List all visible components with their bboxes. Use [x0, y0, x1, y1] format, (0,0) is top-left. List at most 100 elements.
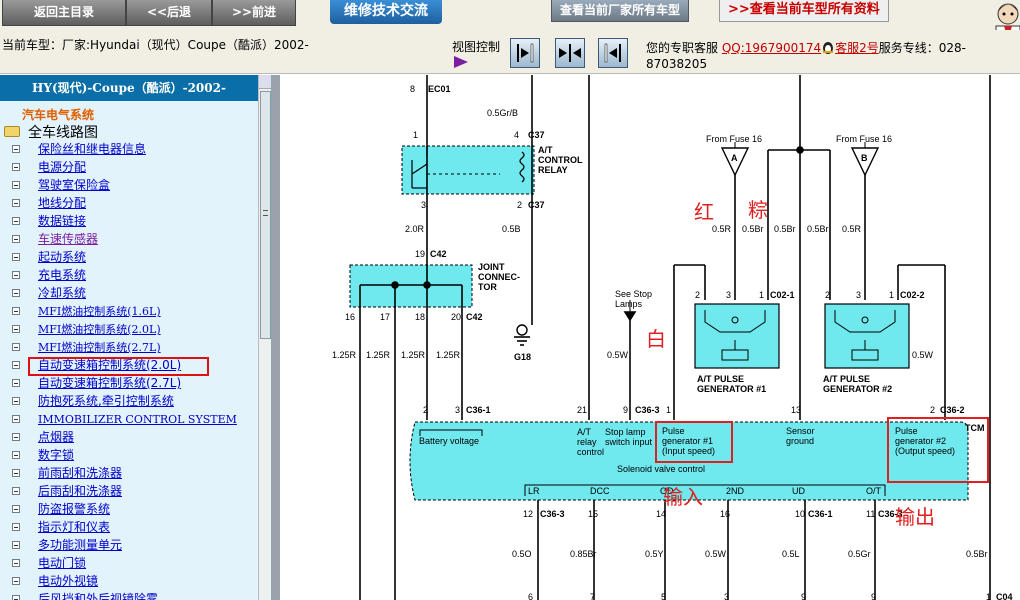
tree-node-icon	[12, 433, 20, 441]
tcm-pin-label: A/T	[577, 427, 592, 437]
solenoid-label: Solenoid valve control	[617, 464, 705, 474]
nav-root-item[interactable]: 全车线路图	[4, 122, 98, 142]
pin-label: 2	[825, 290, 830, 300]
pin-label: 20	[451, 312, 461, 322]
qq-link[interactable]: QQ:1967900174	[722, 41, 821, 55]
tree-node-icon	[12, 271, 20, 279]
annotation-red: 红	[694, 201, 714, 224]
tree-node-icon	[12, 307, 20, 315]
nav-item-label[interactable]: 电动门锁	[38, 556, 86, 570]
wire-label: 0.5Br	[774, 224, 796, 234]
nav-item-label[interactable]: IMMOBILIZER CONTROL SYSTEM	[38, 413, 237, 426]
wire-label: 0.85Br	[570, 549, 597, 559]
nav-item[interactable]: 保险丝和继电器信息	[12, 140, 237, 158]
nav-item-label[interactable]: 电动外视镜	[38, 574, 98, 588]
nav-item[interactable]: 数字锁	[12, 446, 237, 464]
nav-item[interactable]: 电源分配	[12, 158, 237, 176]
nav-item-label[interactable]: MFI燃油控制系统(2.7L)	[38, 341, 161, 354]
scroll-up-arrow-icon[interactable]	[259, 75, 271, 89]
joint-label: TOR	[478, 282, 497, 292]
annotation-white: 白	[646, 328, 666, 351]
tcm-pin-label: Sensor	[786, 426, 815, 436]
nav-item[interactable]: 防盗报警系统	[12, 500, 237, 518]
nav-item[interactable]: 指示灯和仪表	[12, 518, 237, 536]
view-brand-models-button[interactable]: 查看当前厂家所有车型	[551, 0, 690, 22]
nav-item-label[interactable]: 自动变速箱控制系统(2.7L)	[38, 376, 181, 390]
nav-item[interactable]: 充电系统	[12, 266, 237, 284]
nav-item[interactable]: MFI燃油控制系统(2.7L)	[12, 338, 237, 356]
pin-label: 2	[517, 200, 522, 210]
tree-node-icon	[12, 541, 20, 549]
nav-item-label[interactable]: 数字锁	[38, 448, 74, 462]
wiring-diagram-panel[interactable]: 8 EC01 0.5Gr/B 1 4 C37 A/T CONTROL RELAY…	[272, 75, 1020, 600]
wire-label: 0.5Gr/B	[487, 108, 518, 118]
tree-node-icon	[12, 343, 20, 351]
view-all-docs-button[interactable]: >>查看当前车型所有资料	[719, 0, 889, 22]
nav-item[interactable]: 多功能测量单元	[12, 536, 237, 554]
wire-label: 1.25R	[332, 350, 357, 360]
tree-node-icon	[12, 559, 20, 567]
tech-exchange-button[interactable]: 维修技术交流	[330, 0, 442, 24]
nav-item-label[interactable]: MFI燃油控制系统(2.0L)	[38, 323, 161, 336]
nav-item[interactable]: 电动门锁	[12, 554, 237, 572]
wiring-diagram: 8 EC01 0.5Gr/B 1 4 C37 A/T CONTROL RELAY…	[332, 75, 1013, 600]
nav-item-label[interactable]: MFI燃油控制系统(1.6L)	[38, 305, 161, 318]
nav-item[interactable]: 地线分配	[12, 194, 237, 212]
nav-item-label[interactable]: 后雨刮和洗涤器	[38, 484, 122, 498]
nav-item-label[interactable]: 指示灯和仪表	[38, 520, 110, 534]
tree-node-icon	[12, 235, 20, 243]
back-to-main-button[interactable]: 返回主目录	[2, 0, 126, 26]
customer-service-info: 您的专职客服 QQ:1967900174 客服2号服务专线：028-8703820…	[646, 40, 986, 72]
nav-item-label[interactable]: 点烟器	[38, 430, 74, 444]
nav-item-label[interactable]: 数据链接	[38, 214, 86, 228]
nav-item[interactable]: IMMOBILIZER CONTROL SYSTEM	[12, 410, 237, 428]
scroll-thumb[interactable]	[260, 91, 271, 339]
nav-item[interactable]: 后雨刮和洗涤器	[12, 482, 237, 500]
wire-label: 1.25R	[401, 350, 426, 360]
nav-item-label[interactable]: 电源分配	[38, 160, 86, 174]
pin-label: 1	[759, 290, 764, 300]
pin-label: 16	[345, 312, 355, 322]
wire-label: 0.5Br	[966, 549, 988, 559]
fit-both-view-button[interactable]	[555, 38, 585, 68]
nav-item-label[interactable]: 前雨刮和洗涤器	[38, 466, 122, 480]
nav-item[interactable]: MFI燃油控制系统(2.0L)	[12, 320, 237, 338]
nav-item[interactable]: 车速传感器	[12, 230, 237, 248]
nav-item[interactable]: 冷却系统	[12, 284, 237, 302]
fuse-tag: A	[731, 153, 738, 163]
tcm-pin-label: switch input	[605, 437, 653, 447]
nav-item-label[interactable]: 防盗报警系统	[38, 502, 110, 516]
fit-right-view-button[interactable]	[598, 38, 628, 68]
connector-label: C02-2	[900, 290, 925, 300]
nav-item[interactable]: 防抱死系统,牵引控制系统	[12, 392, 237, 410]
back-button[interactable]: <<后退	[126, 0, 212, 26]
fit-left-view-button[interactable]	[510, 38, 540, 68]
nav-item-label[interactable]: 驾驶室保险盒	[38, 178, 110, 192]
nav-item[interactable]: 起动系统	[12, 248, 237, 266]
joint-label: CONNEC-	[478, 272, 520, 282]
nav-item-label[interactable]: 地线分配	[38, 196, 86, 210]
nav-item[interactable]: 点烟器	[12, 428, 237, 446]
nav-item-label[interactable]: 车速传感器	[38, 232, 98, 246]
nav-item[interactable]: 后风挡和外后视镜除雾	[12, 590, 237, 600]
pin-label: 3	[455, 405, 460, 415]
service-agent-link[interactable]: 客服2号	[835, 41, 879, 55]
nav-item[interactable]: 数据链接	[12, 212, 237, 230]
nav-item-label[interactable]: 保险丝和继电器信息	[38, 142, 146, 156]
nav-item-label[interactable]: 后风挡和外后视镜除雾	[38, 592, 158, 600]
nav-item[interactable]: 驾驶室保险盒	[12, 176, 237, 194]
nav-item-label[interactable]: 多功能测量单元	[38, 538, 122, 552]
nav-item[interactable]: MFI燃油控制系统(1.6L)	[12, 302, 237, 320]
nav-item[interactable]: 自动变速箱控制系统(2.7L)	[12, 374, 237, 392]
forward-button[interactable]: >>前进	[212, 0, 296, 26]
nav-item[interactable]: 前雨刮和洗涤器	[12, 464, 237, 482]
tree-node-icon	[12, 415, 20, 423]
info-bar: 当前车型：厂家:Hyundai（现代）Coupe（酷派）2002- 视图控制 您…	[0, 30, 1020, 74]
pin-label: 3	[724, 592, 729, 600]
nav-item-label[interactable]: 冷却系统	[38, 286, 86, 300]
nav-item-label[interactable]: 防抱死系统,牵引控制系统	[38, 394, 174, 408]
nav-item-label[interactable]: 充电系统	[38, 268, 86, 282]
nav-scrollbar[interactable]	[258, 75, 271, 600]
nav-item[interactable]: 电动外视镜	[12, 572, 237, 590]
nav-item-label[interactable]: 起动系统	[38, 250, 86, 264]
